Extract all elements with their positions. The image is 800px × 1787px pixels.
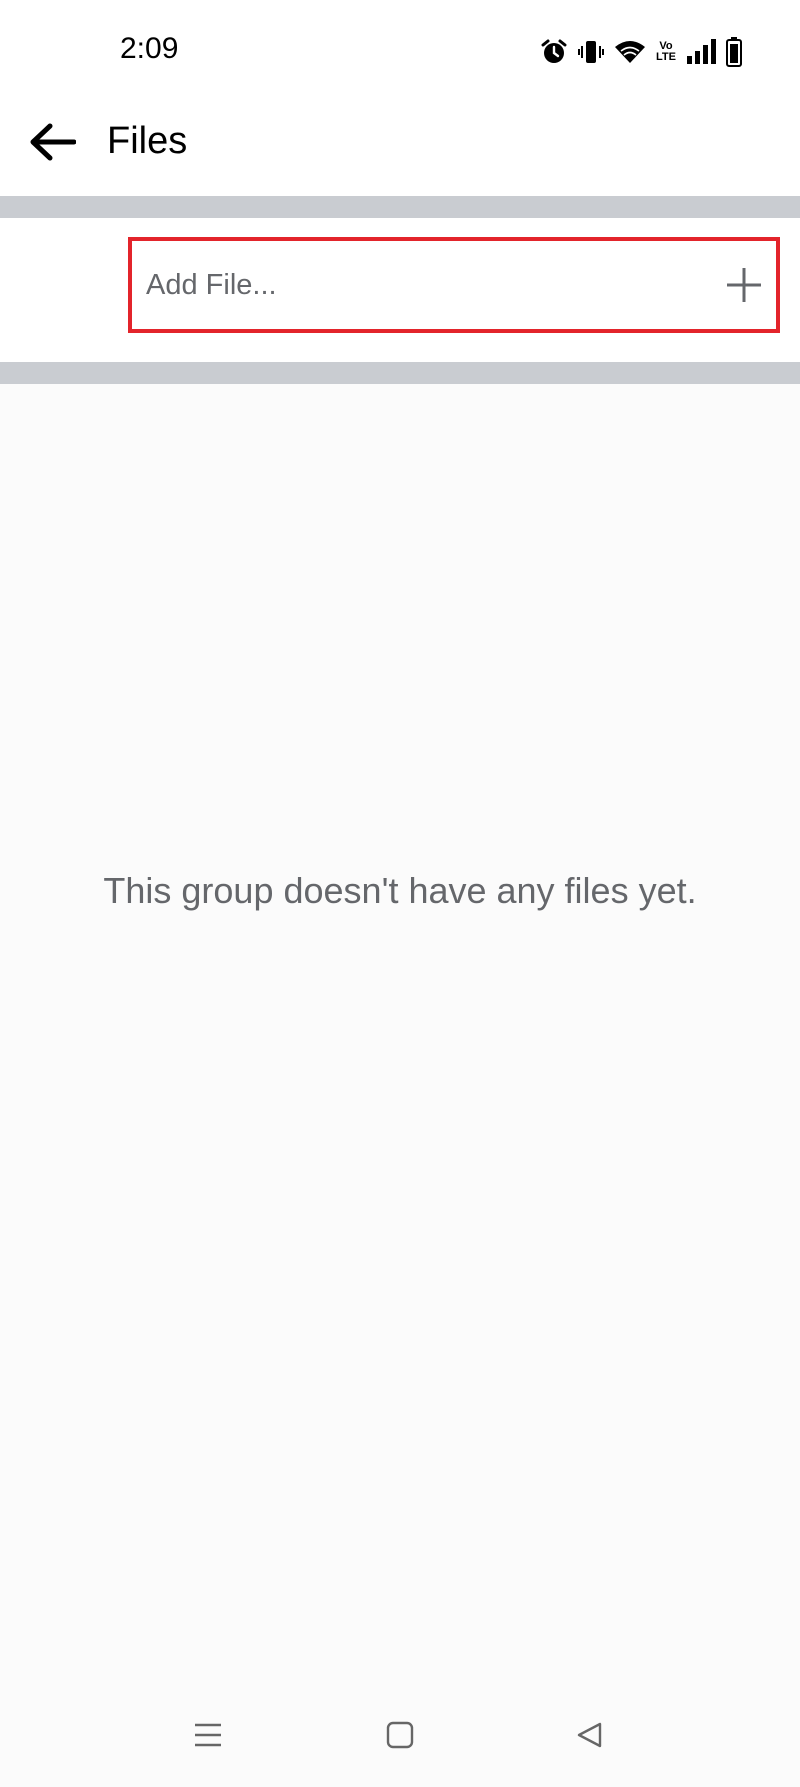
signal-icon	[686, 39, 716, 65]
add-file-label: Add File...	[146, 268, 277, 301]
plus-icon	[724, 265, 764, 305]
alarm-icon	[540, 38, 568, 66]
navigation-bar	[0, 1690, 800, 1787]
system-back-button[interactable]	[565, 1712, 615, 1762]
home-button[interactable]	[375, 1712, 425, 1762]
recent-apps-button[interactable]	[183, 1712, 233, 1762]
volte-icon: Vo LTE	[656, 41, 676, 63]
status-icons: Vo LTE	[540, 36, 742, 68]
vibrate-icon	[578, 38, 605, 66]
wifi-icon	[614, 38, 646, 66]
header: Files	[0, 100, 800, 196]
status-bar: 2:09 Vo LTE	[0, 0, 800, 100]
back-button[interactable]	[22, 114, 82, 174]
menu-icon	[193, 1721, 223, 1754]
battery-icon	[726, 37, 742, 67]
arrow-left-icon	[28, 122, 77, 167]
back-icon	[576, 1721, 604, 1754]
add-file-section: Add File...	[0, 218, 800, 362]
status-time: 2:09	[120, 32, 179, 65]
home-icon	[386, 1721, 414, 1754]
files-screen: 2:09 Vo LTE Files Add File... This group…	[0, 0, 800, 1787]
section-divider	[0, 196, 800, 218]
empty-state-message: This group doesn't have any files yet.	[103, 870, 697, 911]
section-divider	[0, 362, 800, 384]
page-title: Files	[107, 120, 188, 162]
add-file-button[interactable]: Add File...	[128, 237, 780, 333]
volte-bottom-label: LTE	[656, 51, 676, 63]
